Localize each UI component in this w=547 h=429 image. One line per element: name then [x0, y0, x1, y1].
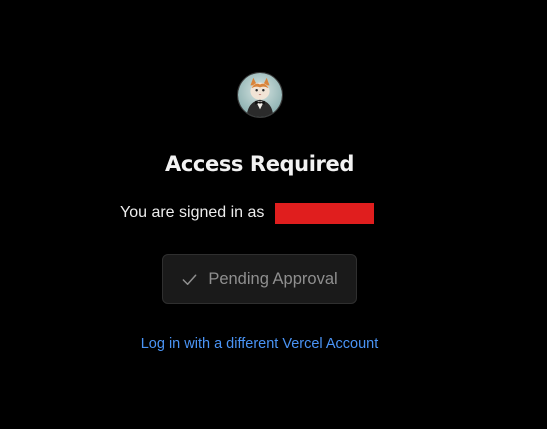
- pending-approval-label: Pending Approval: [208, 269, 338, 288]
- redacted-account-email: [275, 202, 375, 224]
- signed-in-row: You are signed in as: [120, 202, 375, 224]
- signed-in-label: You are signed in as: [120, 204, 265, 221]
- page-title: Access Required: [165, 152, 354, 176]
- check-icon: [181, 271, 198, 288]
- cat-avatar-image: [238, 73, 282, 117]
- alt-login-link[interactable]: Log in with a different Vercel Account: [0, 336, 519, 352]
- pending-approval-button[interactable]: Pending Approval: [162, 254, 357, 304]
- user-avatar: [237, 72, 283, 118]
- access-required-page: Access Required You are signed in as Pen…: [0, 0, 547, 429]
